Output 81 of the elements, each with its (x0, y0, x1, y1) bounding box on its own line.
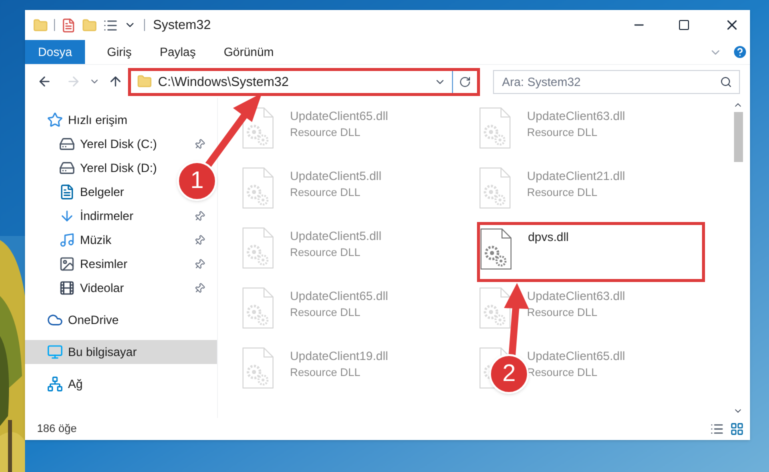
sidebar-label: Yerel Disk (D:) (80, 160, 157, 177)
picture-icon (59, 256, 75, 272)
sidebar-item[interactable]: Yerel Disk (C:) (25, 132, 217, 156)
cloud-icon (47, 312, 63, 328)
help-icon[interactable] (732, 44, 748, 60)
file-type: Resource DLL (290, 246, 362, 261)
file-type: Resource DLL (290, 366, 362, 381)
settings-file-icon (479, 107, 511, 149)
file-type: Resource DLL (290, 186, 362, 201)
network-icon (47, 376, 63, 392)
settings-file-icon (479, 167, 511, 209)
file-name: dpvs.dll (528, 229, 569, 246)
ribbon-tab[interactable]: Dosya (25, 40, 86, 64)
file-type: Resource DLL (527, 186, 598, 201)
scrollbar-thumb[interactable] (734, 112, 742, 162)
sidebar-label: Ağ (68, 376, 83, 393)
drive-icon (59, 136, 75, 152)
settings-file-icon (242, 287, 274, 329)
file-type: Resource DLL (290, 306, 362, 321)
file-name: UpdateClient63.dll (527, 288, 626, 305)
computer-icon (47, 344, 63, 360)
settings-file-icon (242, 227, 274, 269)
file-name: UpdateClient5.dll (290, 168, 382, 185)
search-icon (720, 76, 732, 88)
file-name: UpdateClient65.dll (527, 348, 626, 365)
sidebar-item[interactable]: Müzik (25, 228, 217, 252)
list-view-icon[interactable] (103, 18, 118, 32)
download-icon (59, 208, 75, 224)
file-name: UpdateClient19.dll (290, 348, 388, 365)
sidebar-label: Belgeler (80, 184, 124, 201)
refresh-icon[interactable] (459, 76, 471, 88)
ribbon-tab[interactable]: Görünüm (210, 40, 288, 64)
sidebar-item[interactable]: Yerel Disk (D:) (25, 156, 161, 180)
sidebar-label: Hızlı erişim (68, 112, 128, 129)
sidebar-item[interactable]: Videolar (25, 276, 217, 300)
file-name: UpdateClient65.dll (290, 288, 388, 305)
sidebar-item[interactable]: Bu bilgisayar (25, 340, 217, 364)
file-name: UpdateClient63.dll (527, 108, 626, 125)
file-name: UpdateClient21.dll (527, 168, 626, 185)
file-type: Resource DLL (527, 366, 598, 381)
film-icon (59, 280, 75, 296)
sidebar-label: İndirmeler (80, 208, 134, 225)
back-icon[interactable] (37, 74, 52, 89)
sidebar-item[interactable]: Belgeler (25, 180, 128, 204)
sidebar-label: OneDrive (68, 312, 119, 329)
ribbon-tab[interactable]: Giriş (93, 40, 146, 64)
sidebar-item[interactable]: OneDrive (25, 308, 123, 332)
file-type: Resource DLL (290, 126, 362, 141)
details-view-icon[interactable] (710, 422, 724, 436)
up-icon[interactable] (108, 74, 123, 89)
settings-file-icon (242, 347, 274, 389)
file-type: Resource DLL (527, 306, 598, 321)
sidebar-label: Yerel Disk (C:) (80, 136, 157, 153)
window-title: System32 (153, 16, 211, 34)
sidebar-item[interactable]: Resimler (25, 252, 217, 276)
document-icon (59, 184, 75, 200)
settings-file-icon (242, 167, 274, 209)
music-note-icon (59, 232, 75, 248)
sidebar-item[interactable]: Ağ (25, 372, 87, 396)
large-icons-view-icon[interactable] (730, 422, 744, 436)
ribbon-tab[interactable]: Paylaş (146, 40, 210, 64)
settings-file-icon (479, 287, 511, 329)
file-name: UpdateClient65.dll (290, 108, 388, 125)
file-type: Resource DLL (527, 126, 598, 141)
folder-icon (137, 74, 152, 89)
star-icon (47, 112, 63, 128)
sidebar-item[interactable]: Hızlı erişim (25, 108, 132, 132)
address-field[interactable]: C:\Windows\System32 (128, 68, 480, 96)
settings-file-icon (480, 228, 512, 270)
sidebar-label: Müzik (80, 232, 112, 249)
file-name: UpdateClient5.dll (290, 228, 382, 245)
sidebar-label: Videolar (80, 280, 124, 297)
sidebar-label: Resimler (80, 256, 128, 273)
maximize-icon[interactable] (678, 19, 690, 31)
sidebar-item[interactable]: İndirmeler (25, 204, 217, 228)
search-field[interactable]: Ara: System32 (493, 70, 740, 94)
address-path: C:\Windows\System32 (158, 72, 289, 91)
drive-icon (59, 160, 75, 176)
item-count: 186 öğe (37, 422, 77, 437)
sidebar-label: Bu bilgisayar (68, 344, 137, 361)
highlighted-file-tile[interactable]: dpvs.dll (477, 222, 705, 282)
